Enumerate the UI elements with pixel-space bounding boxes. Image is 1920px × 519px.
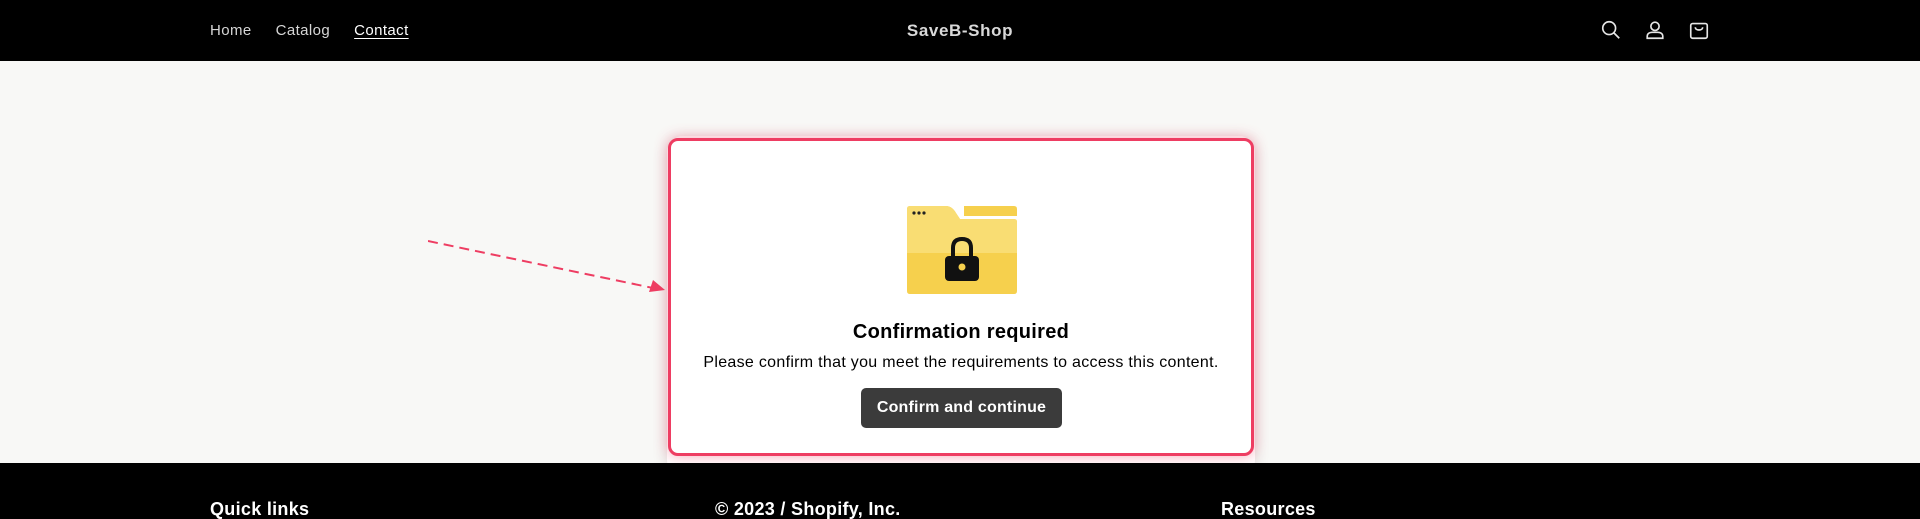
confirmation-modal: Confirmation required Please confirm tha… (668, 138, 1254, 456)
modal-title: Confirmation required (852, 321, 1070, 343)
pointer-arrow-icon (428, 240, 665, 292)
page-main: Confirmation required Please confirm tha… (0, 61, 1920, 476)
modal-description: Please confirm that you meet the require… (703, 354, 1219, 371)
nav-catalog-link[interactable]: Catalog (276, 22, 331, 39)
brand-logo-link[interactable]: SaveB-Shop (907, 21, 1013, 41)
cart-icon[interactable] (1684, 15, 1714, 45)
header-icons (1596, 15, 1714, 45)
search-icon[interactable] (1596, 15, 1626, 45)
main-nav: Home Catalog Contact (210, 0, 409, 61)
locked-folder-icon (907, 206, 1017, 294)
nav-contact-link[interactable]: Contact (354, 22, 409, 39)
nav-home-link[interactable]: Home (210, 22, 252, 39)
confirm-continue-button[interactable]: Confirm and continue (861, 388, 1062, 428)
footer-quick-links-heading: Quick links (210, 499, 310, 519)
footer-copyright: © 2023 / Shopify, Inc. (715, 499, 901, 519)
account-icon[interactable] (1640, 15, 1670, 45)
site-header: Home Catalog Contact SaveB-Shop (0, 0, 1920, 61)
footer-resources-heading: Resources (1221, 499, 1316, 519)
site-footer: Quick links © 2023 / Shopify, Inc. Resou… (0, 463, 1920, 519)
